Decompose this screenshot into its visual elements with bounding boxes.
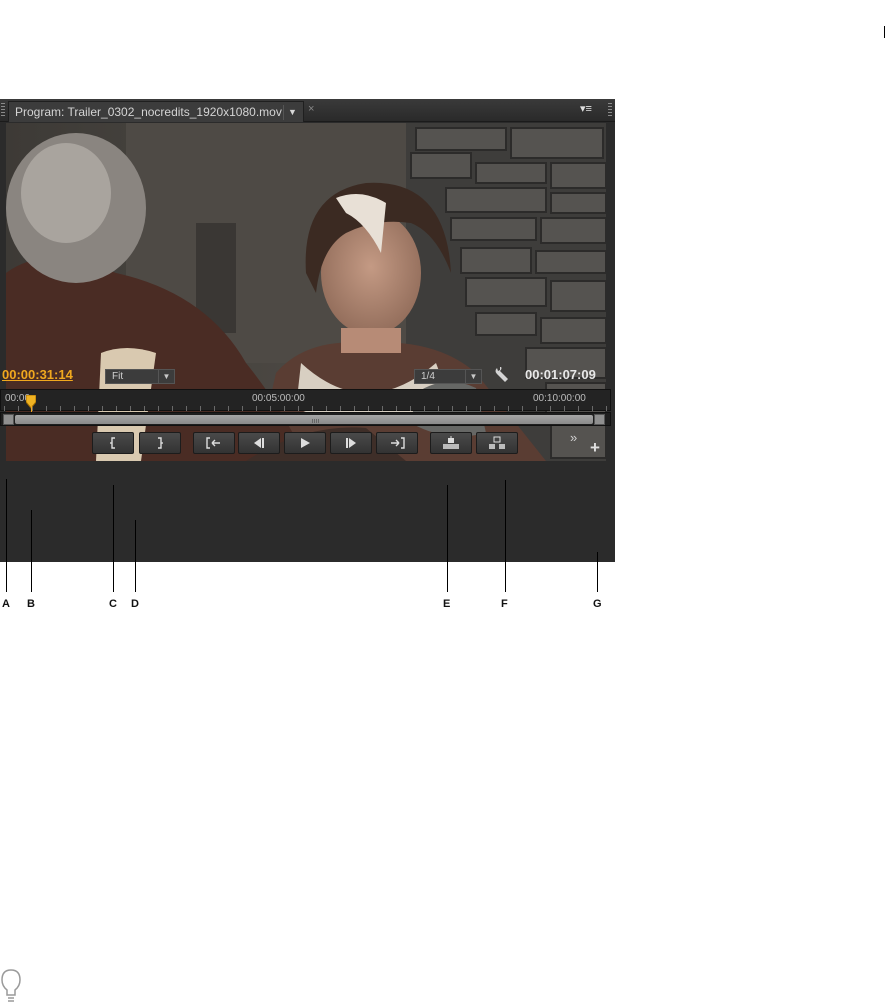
callout-line-c <box>113 485 114 592</box>
mark-out-icon <box>158 437 163 449</box>
panel-grip-left[interactable] <box>1 103 5 117</box>
chevron-down-icon: ▼ <box>465 370 481 383</box>
zoom-scroll-bar[interactable] <box>0 412 611 426</box>
go-to-out-button[interactable] <box>376 432 418 454</box>
playhead-line <box>31 405 32 412</box>
zoom-bar-track[interactable] <box>15 415 593 424</box>
callout-label-b: B <box>27 598 35 610</box>
mark-in-button[interactable] <box>92 432 134 454</box>
tab-title: Program: Trailer_0302_nocredits_1920x108… <box>15 105 282 119</box>
ruler-label: 00:05:00:00 <box>252 393 305 404</box>
playhead-timecode[interactable]: 00:00:31:14 <box>2 367 73 382</box>
go-to-in-icon <box>206 437 220 449</box>
ruler-label: 00:10:00:00 <box>533 393 586 404</box>
zoom-level-select[interactable]: Fit ▼ <box>105 369 175 384</box>
top-rule <box>884 26 885 38</box>
zoom-level-value: Fit <box>112 371 124 382</box>
ruler-ticks <box>4 406 607 411</box>
lift-button[interactable] <box>430 432 472 454</box>
callout-line-b <box>31 510 32 592</box>
time-ruler[interactable]: 00:00 00:05:00:00 00:10:00:00 <box>0 389 611 411</box>
callout-label-e: E <box>443 598 451 610</box>
play-button[interactable] <box>284 432 326 454</box>
callout-line-g <box>597 552 598 592</box>
playback-resolution-select[interactable]: 1/4 ▼ <box>414 369 482 384</box>
chevron-down-icon: ▼ <box>158 370 174 383</box>
step-back-icon <box>254 438 264 448</box>
mark-out-button[interactable] <box>139 432 181 454</box>
callout-label-g: G <box>593 598 602 610</box>
play-icon <box>301 438 310 448</box>
zoom-bar-left-handle[interactable] <box>3 414 14 425</box>
step-back-button[interactable] <box>238 432 280 454</box>
zoom-bar-grip-icon[interactable] <box>312 419 319 423</box>
callout-line-f <box>505 480 506 592</box>
panel-grip-right[interactable] <box>608 103 612 117</box>
step-forward-icon <box>346 438 356 448</box>
lightbulb-icon <box>0 968 22 1004</box>
callout-label-d: D <box>131 598 139 610</box>
go-to-out-icon <box>391 437 405 449</box>
zoom-bar-right-handle[interactable] <box>594 414 605 425</box>
tab-program[interactable]: Program: Trailer_0302_nocredits_1920x108… <box>8 101 304 122</box>
tab-dropdown-icon[interactable]: ▼ <box>283 104 301 120</box>
step-forward-button[interactable] <box>330 432 372 454</box>
extract-button[interactable] <box>476 432 518 454</box>
callout-label-f: F <box>501 598 508 610</box>
button-editor-add-icon[interactable]: + <box>590 438 600 458</box>
more-buttons-icon[interactable]: » <box>570 430 577 445</box>
callout-label-a: A <box>2 598 10 610</box>
mark-in-icon <box>110 437 115 449</box>
panel-menu-icon[interactable]: ▾≡ <box>580 102 592 115</box>
program-monitor-panel: Program: Trailer_0302_nocredits_1920x108… <box>0 99 615 562</box>
tab-close-icon[interactable]: × <box>308 103 314 115</box>
panel-tab-bar: Program: Trailer_0302_nocredits_1920x108… <box>0 99 615 122</box>
playback-resolution-value: 1/4 <box>421 371 435 382</box>
lift-icon <box>443 436 459 449</box>
settings-wrench-icon[interactable] <box>494 366 510 383</box>
callout-line-a <box>6 479 7 592</box>
callout-line-e <box>447 485 448 592</box>
extract-icon <box>489 436 505 449</box>
callout-label-c: C <box>109 598 117 610</box>
callout-line-d <box>135 520 136 592</box>
duration-timecode: 00:01:07:09 <box>525 367 596 382</box>
go-to-in-button[interactable] <box>193 432 235 454</box>
